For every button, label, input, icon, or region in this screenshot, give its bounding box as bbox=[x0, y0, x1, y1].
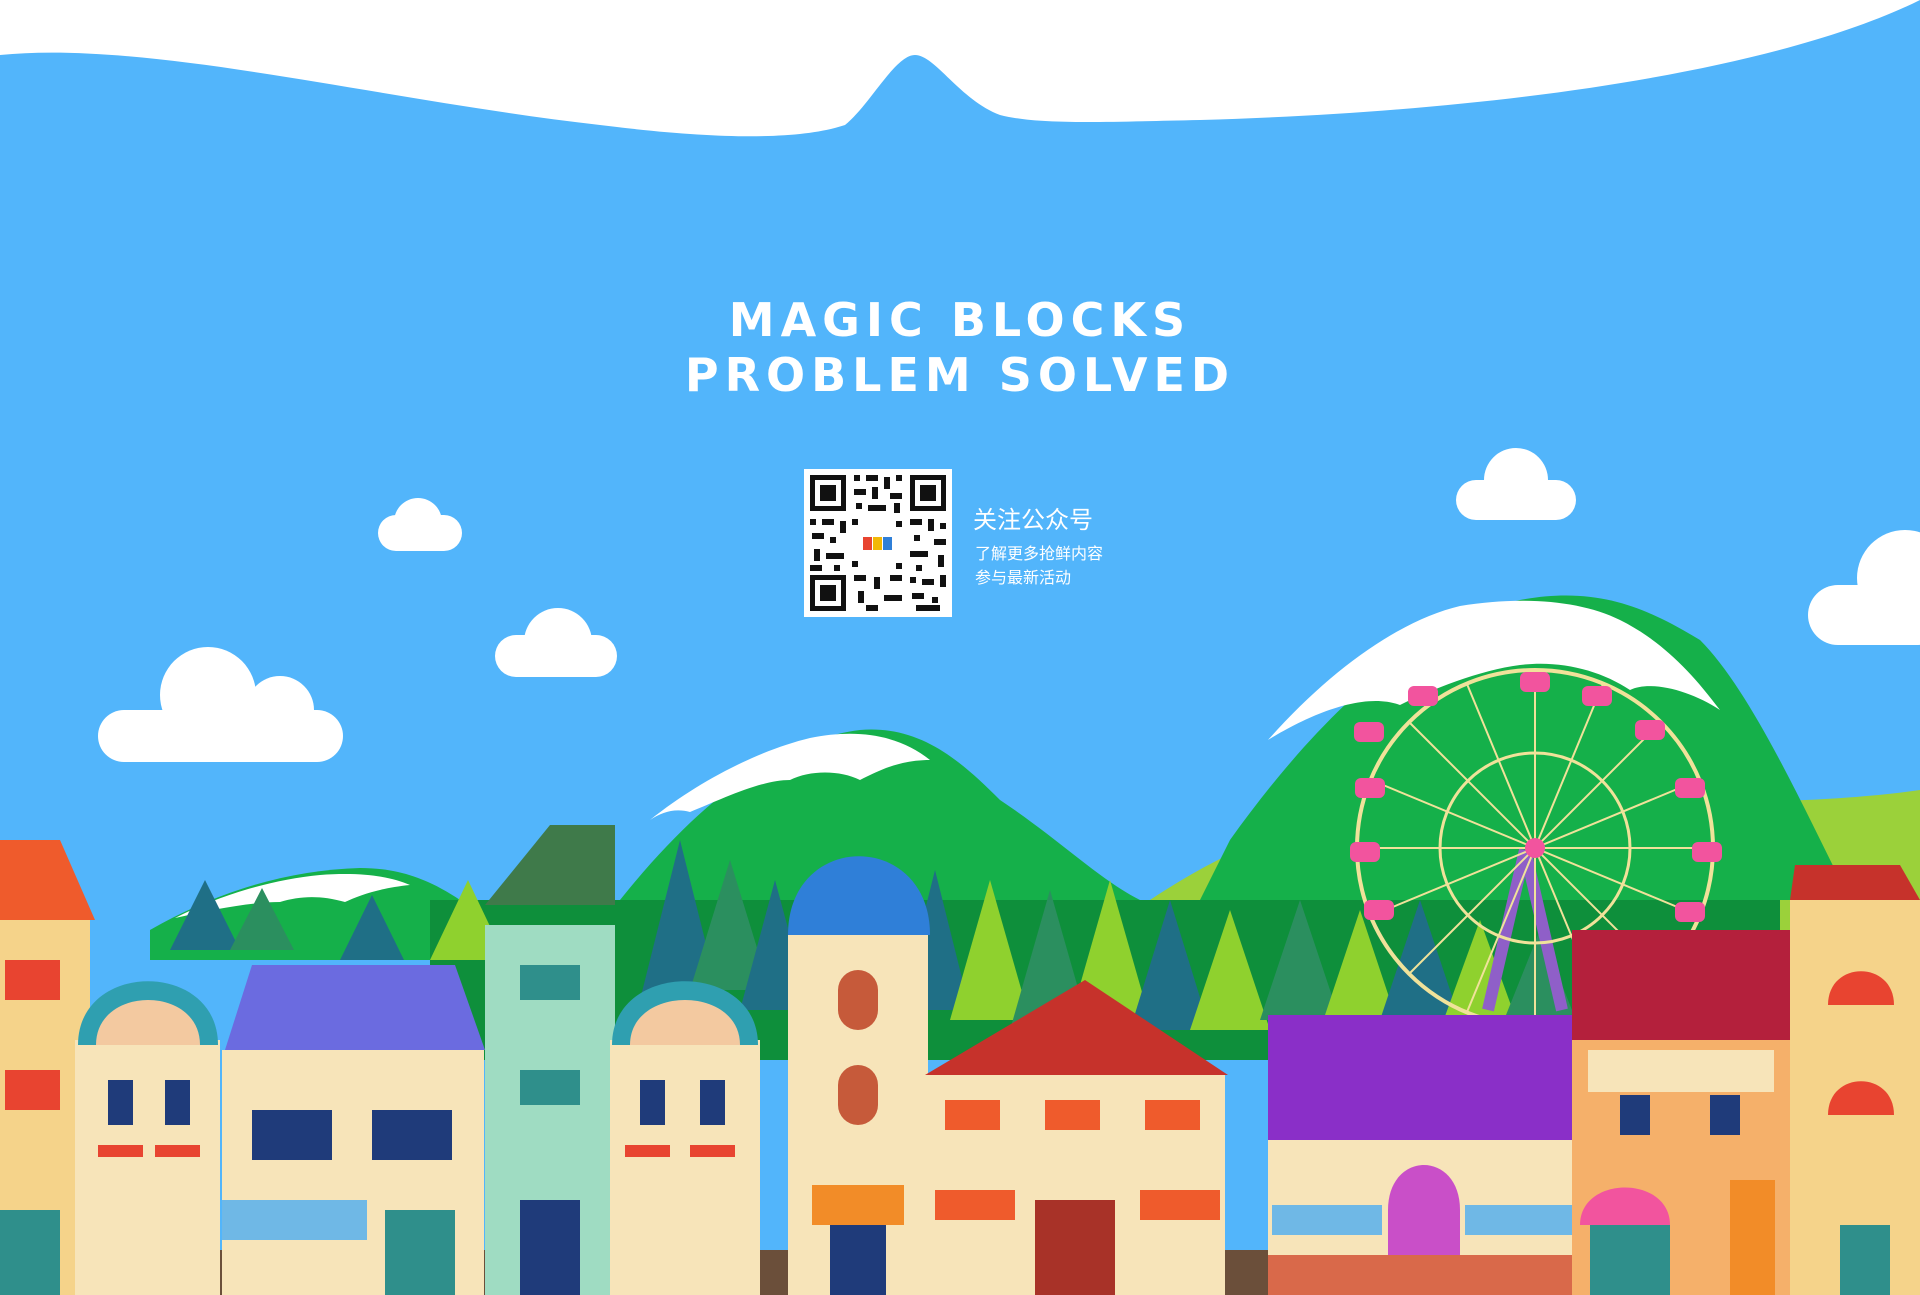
building-arched-1 bbox=[75, 981, 220, 1295]
magic-blocks-logo bbox=[860, 531, 896, 555]
building-purple-market bbox=[1268, 1015, 1575, 1295]
qr-caption-line-1: 了解更多抢鲜内容 bbox=[975, 544, 1104, 563]
building-awning-shop bbox=[1572, 930, 1790, 1295]
landscape-illustration bbox=[0, 0, 1920, 1295]
building-far-right bbox=[1790, 865, 1920, 1295]
building-arched-2 bbox=[610, 981, 760, 1295]
qr-caption-line-2: 参与最新活动 bbox=[975, 568, 1072, 587]
qr-code bbox=[804, 469, 952, 617]
hero-title-line-2: PROBLEM SOLVED bbox=[684, 348, 1236, 402]
building-green-tower bbox=[485, 825, 615, 1295]
building-purple-roof bbox=[222, 965, 485, 1295]
hero-title-line-1: MAGIC BLOCKS bbox=[728, 293, 1192, 347]
qr-caption-title: 关注公众号 bbox=[973, 506, 1093, 534]
promo-scene: MAGIC BLOCKS PROBLEM SOLVED 关注公众号 了解更多抢鲜… bbox=[0, 0, 1920, 1295]
building-dome-tower bbox=[788, 856, 930, 1295]
qr-code-icon bbox=[804, 469, 952, 617]
